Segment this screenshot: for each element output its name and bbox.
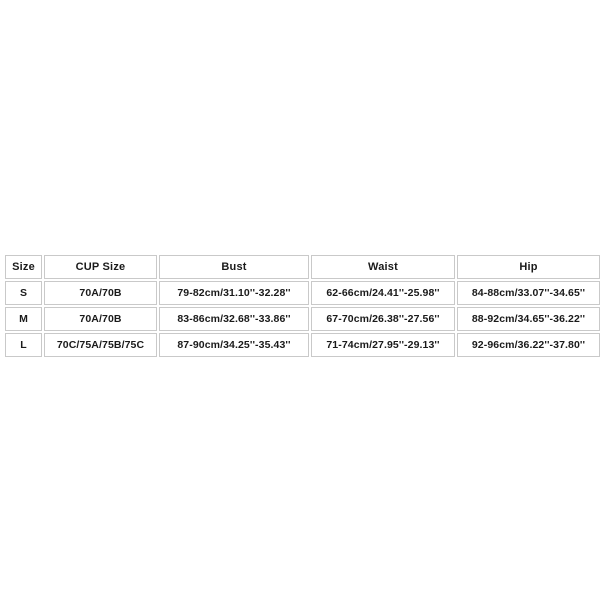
column-header-cup-size: CUP Size — [44, 255, 157, 279]
column-header-waist: Waist — [311, 255, 455, 279]
column-header-bust: Bust — [159, 255, 309, 279]
table-row: L 70C/75A/75B/75C 87-90cm/34.25''-35.43'… — [5, 333, 600, 357]
cell-size: S — [5, 281, 42, 305]
cell-cup: 70C/75A/75B/75C — [44, 333, 157, 357]
size-chart-body: S 70A/70B 79-82cm/31.10''-32.28'' 62-66c… — [5, 281, 600, 357]
column-header-hip: Hip — [457, 255, 600, 279]
table-row: M 70A/70B 83-86cm/32.68''-33.86'' 67-70c… — [5, 307, 600, 331]
size-chart-container: Size CUP Size Bust Waist Hip S 70A/70B 7… — [3, 253, 600, 359]
column-header-size: Size — [5, 255, 42, 279]
cell-waist: 62-66cm/24.41''-25.98'' — [311, 281, 455, 305]
cell-hip: 84-88cm/33.07''-34.65'' — [457, 281, 600, 305]
cell-waist: 71-74cm/27.95''-29.13'' — [311, 333, 455, 357]
cell-bust: 87-90cm/34.25''-35.43'' — [159, 333, 309, 357]
size-chart-header: Size CUP Size Bust Waist Hip — [5, 255, 600, 279]
cell-cup: 70A/70B — [44, 307, 157, 331]
cell-bust: 79-82cm/31.10''-32.28'' — [159, 281, 309, 305]
cell-size: L — [5, 333, 42, 357]
table-header-row: Size CUP Size Bust Waist Hip — [5, 255, 600, 279]
cell-cup: 70A/70B — [44, 281, 157, 305]
cell-size: M — [5, 307, 42, 331]
table-row: S 70A/70B 79-82cm/31.10''-32.28'' 62-66c… — [5, 281, 600, 305]
cell-waist: 67-70cm/26.38''-27.56'' — [311, 307, 455, 331]
cell-hip: 92-96cm/36.22''-37.80'' — [457, 333, 600, 357]
cell-hip: 88-92cm/34.65''-36.22'' — [457, 307, 600, 331]
cell-bust: 83-86cm/32.68''-33.86'' — [159, 307, 309, 331]
size-chart-table: Size CUP Size Bust Waist Hip S 70A/70B 7… — [3, 253, 600, 359]
